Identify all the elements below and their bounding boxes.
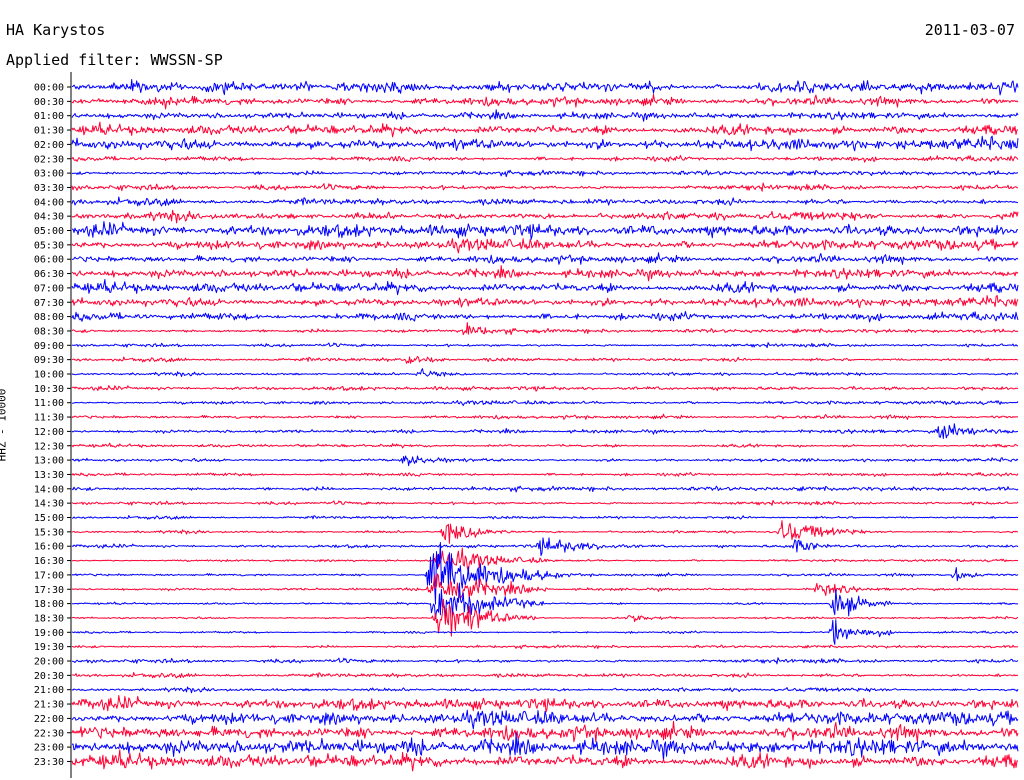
row-tick-label: 07:30 xyxy=(34,298,64,309)
trace-row xyxy=(71,485,1019,493)
row-tick-label: 16:00 xyxy=(34,542,64,553)
seismogram-plot: 00:00 00:30 01:00 01:30 02:00 02:30 03:00 03:30… xyxy=(34,72,1019,778)
row-tick-label: 18:30 xyxy=(34,613,64,624)
trace-row xyxy=(72,252,1019,265)
trace-row xyxy=(71,169,1019,178)
trace-row xyxy=(71,709,1019,730)
row-tick-label: 04:00 xyxy=(34,197,64,208)
trace-row xyxy=(71,322,1019,336)
trace-row xyxy=(71,423,1019,439)
trace-row xyxy=(71,135,1019,152)
row-tick-label: 07:00 xyxy=(34,283,64,294)
trace-row xyxy=(71,79,1019,96)
row-tick-label: 21:30 xyxy=(34,700,64,711)
trace-row xyxy=(71,695,1019,713)
row-tick-label: 19:30 xyxy=(34,642,64,653)
row-tick-label: 06:00 xyxy=(34,255,64,266)
row-tick-label: 08:30 xyxy=(34,326,64,337)
trace-row xyxy=(71,355,1019,364)
row-tick-label: 20:30 xyxy=(34,671,64,682)
row-tick-label: 11:00 xyxy=(34,398,64,409)
row-tick-label: 10:00 xyxy=(34,370,64,381)
row-tick-label: 01:30 xyxy=(34,126,64,137)
row-tick-label: 12:00 xyxy=(34,427,64,438)
trace-row xyxy=(71,471,1019,478)
trace-row xyxy=(72,547,1019,573)
row-tick-label: 21:00 xyxy=(34,685,64,696)
trace-row xyxy=(71,385,1018,392)
trace-row xyxy=(71,413,1019,420)
row-tick-label: 16:30 xyxy=(34,556,64,567)
row-tick-label: 00:30 xyxy=(34,97,64,108)
trace-row xyxy=(71,368,1019,377)
trace-row xyxy=(71,542,1019,605)
row-tick-label: 12:30 xyxy=(34,441,64,452)
row-tick-label: 20:00 xyxy=(34,657,64,668)
trace-row xyxy=(71,196,1019,207)
trace-row xyxy=(71,619,1018,645)
trace-row xyxy=(71,155,1019,163)
trace-row xyxy=(71,515,1019,520)
row-tick-label: 09:00 xyxy=(34,341,64,352)
row-tick-label: 19:00 xyxy=(34,628,64,639)
trace-row xyxy=(71,238,1019,254)
row-tick-label: 09:30 xyxy=(34,355,64,366)
row-tick-label: 13:00 xyxy=(34,456,64,467)
row-tick-label: 15:00 xyxy=(34,513,64,524)
row-tick-label: 05:30 xyxy=(34,240,64,251)
trace-row xyxy=(71,582,1019,621)
row-tick-label: 14:00 xyxy=(34,484,64,495)
row-tick-label: 22:00 xyxy=(34,714,64,725)
row-tick-label: 18:00 xyxy=(34,599,64,610)
trace-row xyxy=(71,657,1019,665)
row-tick-label: 08:00 xyxy=(34,312,64,323)
trace-row xyxy=(71,573,1019,599)
trace-row xyxy=(71,749,1019,772)
trace-row xyxy=(71,182,1019,192)
row-tick-label: 17:00 xyxy=(34,570,64,581)
row-tick-label: 05:00 xyxy=(34,226,64,237)
trace-row xyxy=(71,520,1018,544)
row-tick-label: 23:00 xyxy=(34,743,64,754)
trace-row xyxy=(71,720,1019,743)
trace-row xyxy=(71,121,1019,138)
trace-row xyxy=(71,109,1019,122)
row-tick-label: 02:00 xyxy=(34,140,64,151)
trace-row xyxy=(71,221,1019,240)
row-tick-label: 00:00 xyxy=(34,83,64,94)
trace-row xyxy=(71,732,1019,761)
row-tick-label: 15:30 xyxy=(34,527,64,538)
trace-row xyxy=(71,455,1019,467)
trace-row xyxy=(71,500,1019,506)
row-tick-label: 06:30 xyxy=(34,269,64,280)
row-tick-label: 10:30 xyxy=(34,384,64,395)
trace-row xyxy=(71,342,1019,349)
row-tick-label: 03:00 xyxy=(34,169,64,180)
trace-row xyxy=(71,672,1019,679)
trace-row xyxy=(71,311,1019,323)
trace-row xyxy=(71,537,1019,557)
trace-row xyxy=(71,93,1019,110)
trace-row xyxy=(71,400,1019,406)
trace-row xyxy=(71,265,1019,282)
row-tick-label: 01:00 xyxy=(34,111,64,122)
trace-row xyxy=(71,294,1019,308)
trace-row xyxy=(71,442,1019,449)
row-tick-label: 03:30 xyxy=(34,183,64,194)
row-tick-label: 13:30 xyxy=(34,470,64,481)
row-tick-label: 23:30 xyxy=(34,757,64,768)
row-tick-label: 11:30 xyxy=(34,413,64,424)
trace-row xyxy=(71,279,1019,296)
row-tick-label: 22:30 xyxy=(34,728,64,739)
trace-row xyxy=(71,644,1019,650)
trace-row xyxy=(71,209,1019,224)
row-tick-label: 14:30 xyxy=(34,499,64,510)
trace-row xyxy=(71,686,1019,694)
row-tick-label: 04:30 xyxy=(34,212,64,223)
row-tick-label: 02:30 xyxy=(34,154,64,165)
row-tick-label: 17:30 xyxy=(34,585,64,596)
